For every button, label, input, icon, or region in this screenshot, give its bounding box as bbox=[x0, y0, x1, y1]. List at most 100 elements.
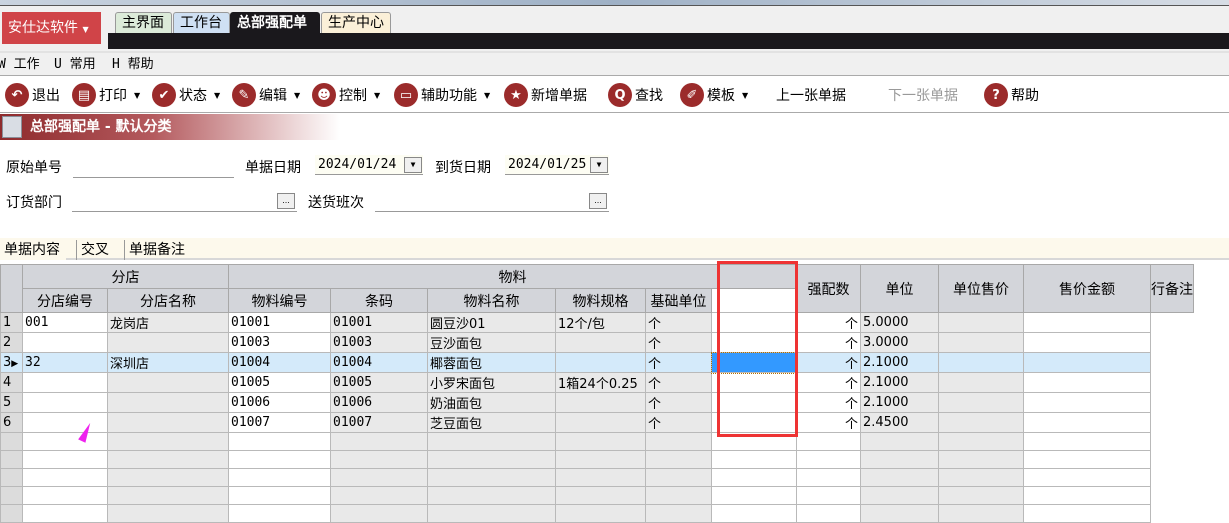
grid-cell[interactable] bbox=[330, 504, 428, 523]
column-header[interactable]: 单位售价 bbox=[938, 264, 1024, 313]
grid-cell[interactable]: 001 bbox=[22, 312, 108, 333]
grid-cell[interactable] bbox=[938, 312, 1024, 333]
grid-cell[interactable]: 个 bbox=[645, 352, 712, 373]
toolbar-button-9[interactable]: 上一张单据 bbox=[776, 82, 846, 108]
table-row[interactable]: 1 001 龙岗店 01001 01001 圆豆沙01 12个/包个个 5.0000 bbox=[0, 312, 1194, 333]
grid-cell[interactable] bbox=[427, 504, 556, 523]
grid-cell[interactable] bbox=[1023, 332, 1151, 353]
grid-cell[interactable]: 个 bbox=[796, 412, 861, 433]
grid-cell[interactable]: 1箱24个0.25 bbox=[555, 372, 646, 393]
table-row[interactable] bbox=[0, 504, 1194, 523]
column-header[interactable]: 分店名称 bbox=[107, 288, 229, 313]
grid-cell[interactable] bbox=[645, 504, 712, 523]
toolbar-button-6[interactable]: ★ 新增单据 bbox=[504, 82, 587, 108]
grid-cell[interactable]: 5.0000 bbox=[860, 312, 939, 333]
grid-cell[interactable] bbox=[427, 432, 556, 451]
grid-cell[interactable]: 个 bbox=[796, 372, 861, 393]
grid-cell[interactable] bbox=[1023, 504, 1151, 523]
grid-cell[interactable] bbox=[796, 432, 861, 451]
grid-cell[interactable]: 01003 bbox=[228, 332, 331, 353]
grid-cell[interactable] bbox=[938, 332, 1024, 353]
grid-cell[interactable] bbox=[107, 486, 229, 505]
arrive-date-picker[interactable]: 2024/01/25 ▼ bbox=[505, 155, 609, 175]
grid-cell[interactable] bbox=[107, 450, 229, 469]
table-row[interactable] bbox=[0, 468, 1194, 487]
grid-cell[interactable]: 01006 bbox=[330, 392, 428, 413]
grid-cell[interactable] bbox=[711, 504, 797, 523]
grid-cell[interactable] bbox=[555, 486, 646, 505]
grid-cell[interactable]: 01001 bbox=[330, 312, 428, 333]
grid-cell[interactable]: 个 bbox=[645, 312, 712, 333]
ellipsis-button[interactable]: ... bbox=[277, 193, 295, 209]
toolbar-button-10[interactable]: 下一张单据 bbox=[888, 82, 958, 108]
grid-cell[interactable] bbox=[228, 468, 331, 487]
grid-cell[interactable] bbox=[22, 450, 108, 469]
grid-cell[interactable] bbox=[1023, 432, 1151, 451]
menu-item-1[interactable]: U 常用 bbox=[54, 53, 96, 77]
grid-cell[interactable] bbox=[711, 468, 797, 487]
grid-cell[interactable]: 2.1000 bbox=[860, 372, 939, 393]
grid-cell[interactable] bbox=[645, 486, 712, 505]
grid-cell[interactable] bbox=[22, 332, 108, 353]
tab-doc-notes[interactable]: 单据备注 bbox=[124, 240, 191, 260]
grid-cell[interactable] bbox=[22, 412, 108, 433]
grid-cell[interactable] bbox=[555, 450, 646, 469]
grid-cell[interactable] bbox=[860, 432, 939, 451]
grid-cell[interactable]: 个 bbox=[645, 332, 712, 353]
grid-cell[interactable]: 圆豆沙01 bbox=[427, 312, 556, 333]
column-header[interactable]: 条码 bbox=[330, 288, 428, 313]
grid-cell[interactable] bbox=[938, 450, 1024, 469]
column-header[interactable]: 单位 bbox=[860, 264, 939, 313]
table-row[interactable] bbox=[0, 432, 1194, 451]
grid-cell[interactable]: 01007 bbox=[228, 412, 331, 433]
grid-cell[interactable] bbox=[796, 468, 861, 487]
grid-cell[interactable] bbox=[555, 352, 646, 373]
grid-cell[interactable] bbox=[22, 504, 108, 523]
tab-cross[interactable]: 交叉 bbox=[76, 240, 115, 260]
grid-cell[interactable]: 个 bbox=[645, 392, 712, 413]
grid-cell[interactable]: 2.1000 bbox=[860, 392, 939, 413]
grid-cell[interactable] bbox=[1023, 352, 1151, 373]
table-row[interactable] bbox=[0, 486, 1194, 505]
grid-cell[interactable] bbox=[555, 432, 646, 451]
grid-cell[interactable] bbox=[796, 450, 861, 469]
column-header[interactable]: 物料编号 bbox=[228, 288, 331, 313]
column-header[interactable]: 物料名称 bbox=[427, 288, 556, 313]
grid-cell[interactable] bbox=[107, 412, 229, 433]
grid-cell[interactable] bbox=[228, 450, 331, 469]
menu-item-2[interactable]: H 帮助 bbox=[112, 53, 154, 77]
grid-cell[interactable] bbox=[22, 468, 108, 487]
column-header[interactable]: 强配数 bbox=[796, 264, 861, 313]
table-row[interactable]: 4 01005 01005 小罗宋面包 1箱24个0.25 个个 2.1000 bbox=[0, 372, 1194, 393]
grid-cell[interactable] bbox=[860, 486, 939, 505]
column-header[interactable]: 行备注 bbox=[1150, 264, 1194, 313]
column-header[interactable]: 物料规格 bbox=[555, 288, 646, 313]
grid-cell[interactable]: 小罗宋面包 bbox=[427, 372, 556, 393]
grid-cell[interactable] bbox=[1023, 468, 1151, 487]
grid-cell[interactable] bbox=[711, 486, 797, 505]
toolbar-button-7[interactable]: Q 查找 bbox=[608, 82, 663, 108]
column-header[interactable]: 基础单位 bbox=[645, 288, 712, 313]
grid-cell[interactable] bbox=[860, 504, 939, 523]
grid-cell[interactable] bbox=[555, 412, 646, 433]
grid-cell[interactable] bbox=[555, 504, 646, 523]
toolbar-button-8[interactable]: ✐ 模板 ▼ bbox=[680, 82, 748, 108]
toolbar-button-0[interactable]: ↶ 退出 bbox=[5, 82, 60, 108]
grid-cell[interactable]: 个 bbox=[796, 352, 861, 373]
grid-cell[interactable]: 01003 bbox=[330, 332, 428, 353]
chevron-down-icon[interactable]: ▼ bbox=[404, 157, 422, 173]
grid-cell[interactable] bbox=[330, 450, 428, 469]
grid-cell[interactable]: 01006 bbox=[228, 392, 331, 413]
brand-menu-button[interactable]: 安仕达软件 ▼ bbox=[2, 12, 101, 44]
grid-cell[interactable]: 奶油面包 bbox=[427, 392, 556, 413]
grid-cell[interactable] bbox=[228, 504, 331, 523]
grid-cell[interactable]: 龙岗店 bbox=[107, 312, 229, 333]
grid-cell[interactable] bbox=[107, 372, 229, 393]
toolbar-button-2[interactable]: ✔ 状态 ▼ bbox=[152, 82, 220, 108]
dept-input[interactable]: ... bbox=[72, 192, 297, 212]
grid-cell[interactable] bbox=[1023, 450, 1151, 469]
table-row[interactable]: 5 01006 01006 奶油面包个个 2.1000 bbox=[0, 392, 1194, 413]
grid-cell[interactable]: 32 bbox=[22, 352, 108, 373]
grid-cell[interactable] bbox=[860, 468, 939, 487]
grid-cell[interactable] bbox=[427, 486, 556, 505]
